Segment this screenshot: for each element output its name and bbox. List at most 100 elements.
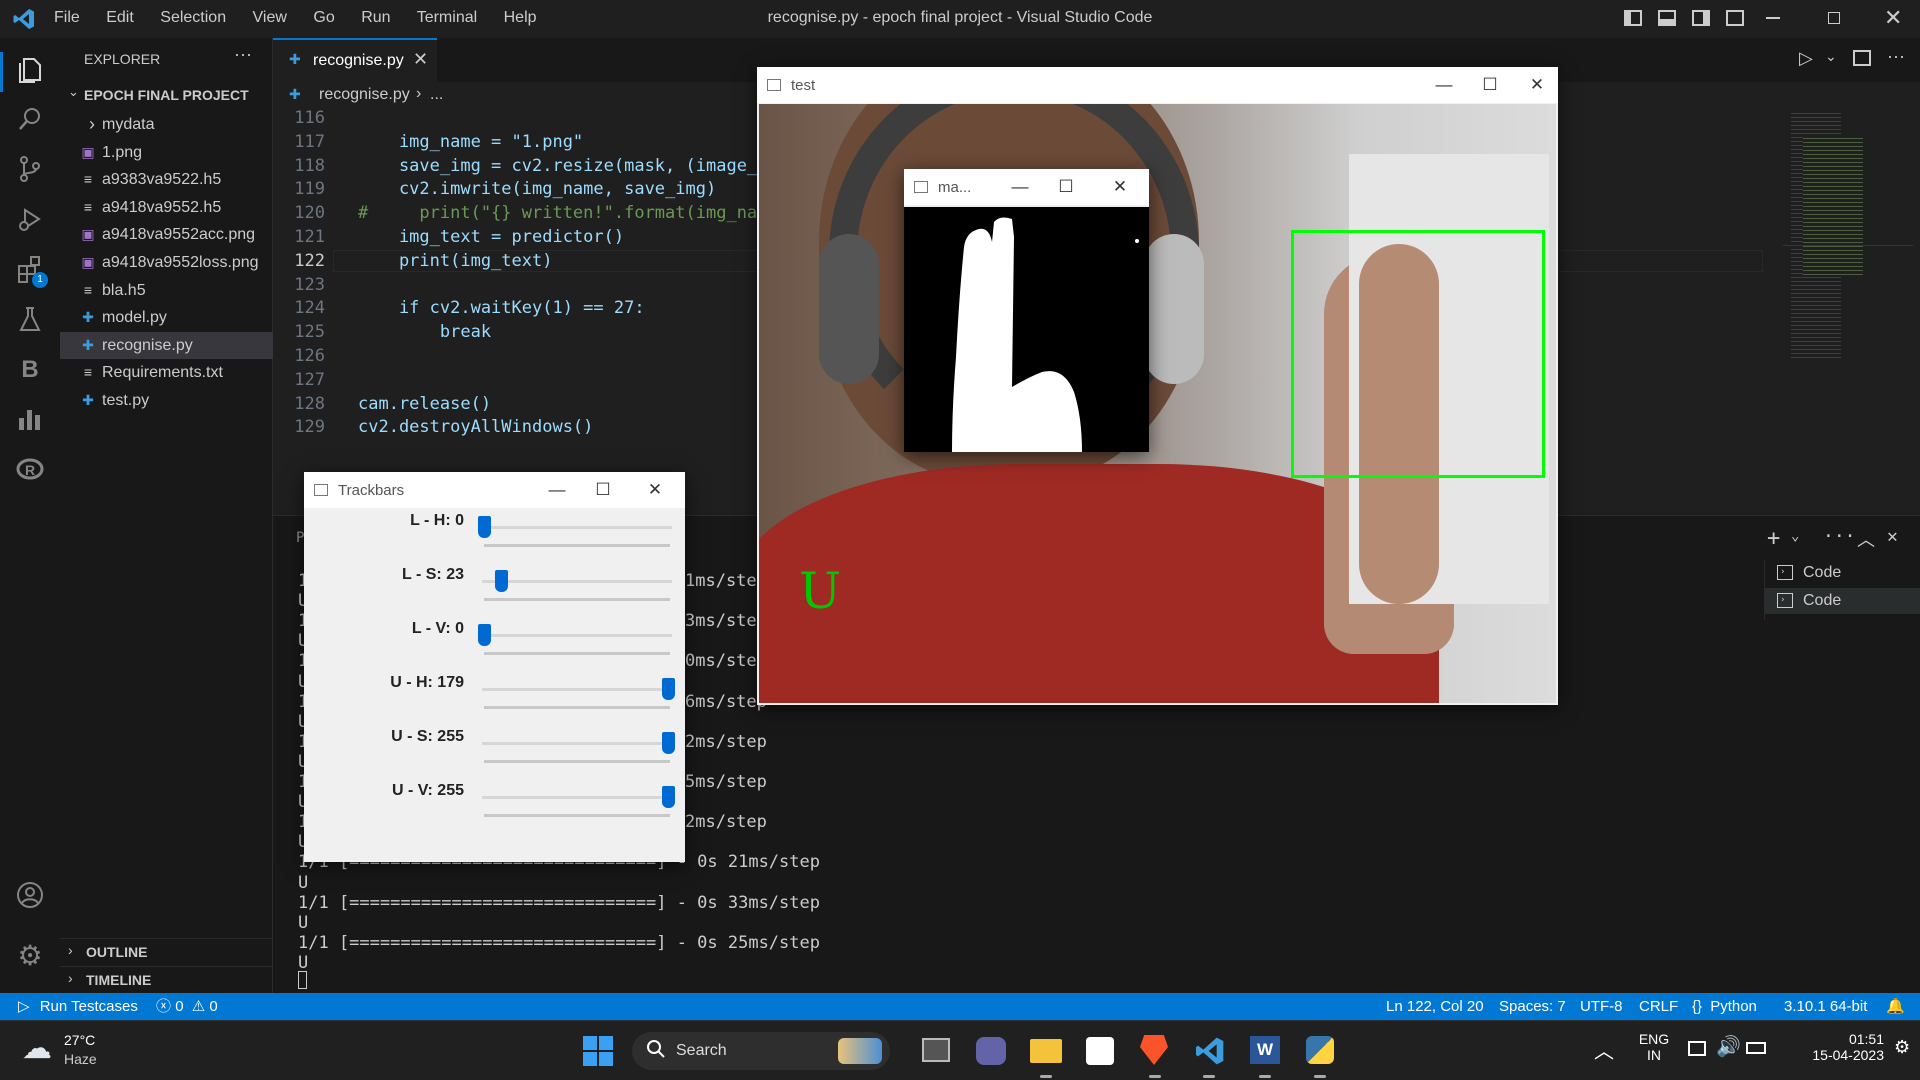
vscode-taskbar-icon[interactable] [1194,1035,1226,1072]
extensions-icon[interactable]: 1 [14,254,48,288]
maximize-icon[interactable]: ☐ [580,472,626,508]
trackbar-track[interactable] [482,634,672,637]
mask-window[interactable]: ma... — ☐ ✕ [904,169,1149,452]
taskbar-search[interactable]: Search [632,1032,890,1070]
terminal-session[interactable]: › Code [1765,588,1920,614]
menu-selection[interactable]: Selection [160,9,226,26]
encoding[interactable]: UTF-8 [1580,993,1623,1020]
editor-more-icon[interactable]: ··· [1887,46,1905,67]
start-button[interactable] [583,1036,613,1066]
search-icon[interactable] [14,104,46,136]
battery-icon[interactable] [1746,1042,1766,1054]
file-item[interactable]: ✚ model.py [60,304,273,331]
accounts-icon[interactable] [14,880,46,912]
cursor-position[interactable]: Ln 122, Col 20 [1386,993,1484,1020]
trackbar-thumb[interactable] [662,678,675,700]
file-item[interactable]: ≡ bla.h5 [60,277,273,304]
minimize-icon[interactable] [1766,17,1780,19]
code-line[interactable]: # print("{} written!".format(img_name) [358,203,788,223]
line-ending[interactable]: CRLF [1639,993,1678,1020]
trackbar-thumb[interactable] [494,570,508,592]
task-view-icon[interactable] [922,1038,950,1062]
maximize-panel-icon[interactable]: ︿ [1857,526,1875,552]
code-line[interactable]: cam.release() [358,394,491,414]
trackbar-track[interactable] [482,796,672,799]
teams-chat-icon[interactable] [976,1037,1006,1065]
network-icon[interactable] [1688,1041,1706,1056]
menu-view[interactable]: View [253,9,287,26]
menu-file[interactable]: File [54,9,80,26]
terminal-session[interactable]: › Code [1765,560,1920,586]
file-item[interactable]: ≡ a9383va9522.h5 [60,166,273,193]
menu-run[interactable]: Run [361,9,390,26]
toggle-secondary-sidebar-icon[interactable] [1692,10,1710,26]
trackbar-thumb[interactable] [662,732,675,754]
menu-terminal[interactable]: Terminal [417,9,477,26]
close-panel-icon[interactable]: ✕ [1887,526,1898,547]
close-icon[interactable]: ✕ [1514,67,1560,103]
code-line[interactable]: if cv2.waitKey(1) == 27: [358,298,645,318]
python-interpreter[interactable]: 3.10.1 64-bit [1784,993,1867,1020]
file-explorer-icon[interactable] [1030,1039,1062,1063]
restore-icon[interactable] [1828,12,1840,24]
customize-layout-icon[interactable] [1726,10,1744,26]
testing-icon[interactable] [14,304,46,336]
code-line[interactable]: break [358,322,491,342]
show-hidden-icons-icon[interactable]: ︿ [1594,1035,1614,1064]
toggle-panel-icon[interactable] [1658,10,1676,26]
trackbars-window-titlebar[interactable]: Trackbars — ☐ ✕ [304,472,685,508]
microsoft-store-icon[interactable] [1086,1037,1114,1065]
chevron-down-icon[interactable]: ⌄ [1825,48,1837,65]
file-item[interactable]: › mydata [60,111,273,138]
maximize-icon[interactable]: ☐ [1467,67,1513,103]
terminal-more-icon[interactable]: ··· [1823,526,1856,547]
run-python-icon[interactable]: ▷ [1799,48,1813,69]
notification-center-icon[interactable]: ⚙ [1894,1037,1910,1058]
trackbar-track[interactable] [482,526,672,529]
split-editor-icon[interactable] [1853,50,1871,66]
chevron-down-icon[interactable]: ⌄ [1791,528,1799,544]
file-item[interactable]: ▣ a9418va9552loss.png [60,249,273,276]
timeline-section[interactable]: › TIMELINE [60,966,273,992]
tab-recognise-py[interactable]: ✚ recognise.py ✕ [273,38,437,82]
mask-window-titlebar[interactable]: ma... — ☐ ✕ [904,169,1149,205]
new-terminal-icon[interactable]: + [1767,526,1780,551]
run-testcases-item[interactable]: ▷ Run Testcases [18,993,138,1020]
close-icon[interactable]: ✕ [1884,5,1902,31]
trackbar-thumb[interactable] [662,786,675,808]
trackbar-track[interactable] [482,688,672,691]
maximize-icon[interactable]: ☐ [1043,169,1089,205]
clock[interactable]: 01:51 15-04-2023 [1784,1031,1884,1063]
project-folder[interactable]: ⌄ EPOCH FINAL PROJECT [60,84,273,107]
outline-section[interactable]: › OUTLINE [60,938,273,964]
trackbar-track[interactable] [482,580,672,583]
settings-gear-icon[interactable]: ⚙ [14,940,46,972]
file-item[interactable]: ≡ Requirements.txt [60,359,273,386]
file-item[interactable]: ≡ a9418va9552.h5 [60,194,273,221]
breadcrumb-file[interactable]: recognise.py [319,86,410,104]
file-item[interactable]: ▣ a9418va9552acc.png [60,221,273,248]
trackbar-track[interactable] [482,742,672,745]
menu-edit[interactable]: Edit [106,9,134,26]
more-actions-icon[interactable]: ··· [234,44,252,65]
language-mode[interactable]: {} Python [1692,993,1757,1020]
source-control-icon[interactable] [14,154,46,186]
indentation[interactable]: Spaces: 7 [1499,993,1566,1020]
code-line[interactable]: img_text = predictor() [358,227,624,247]
b-extension-icon[interactable]: B [14,354,46,386]
volume-icon[interactable]: 🔊 [1716,1034,1741,1059]
file-item[interactable]: ▣ 1.png [60,139,273,166]
weather-widget[interactable]: ☁ 27°C Haze [20,1027,150,1073]
code-line[interactable]: img_name = "1.png" [358,132,583,152]
python-taskbar-icon[interactable] [1306,1036,1334,1064]
test-camera-window[interactable]: test — ☐ ✕ U [757,67,1558,705]
tab-close-icon[interactable]: ✕ [413,49,428,70]
chart-extension-icon[interactable] [14,404,46,436]
test-window-titlebar[interactable]: test — ☐ ✕ [757,67,1558,103]
notifications-icon[interactable]: 🔔 [1886,993,1905,1020]
minimize-icon[interactable]: — [997,169,1043,205]
trackbars-window[interactable]: Trackbars — ☐ ✕ L - H: 0 L - S: 23 L - V: … [304,472,685,862]
remote-extension-icon[interactable]: R [14,454,46,486]
minimize-icon[interactable]: — [1421,67,1467,103]
brave-browser-icon[interactable] [1140,1035,1168,1065]
